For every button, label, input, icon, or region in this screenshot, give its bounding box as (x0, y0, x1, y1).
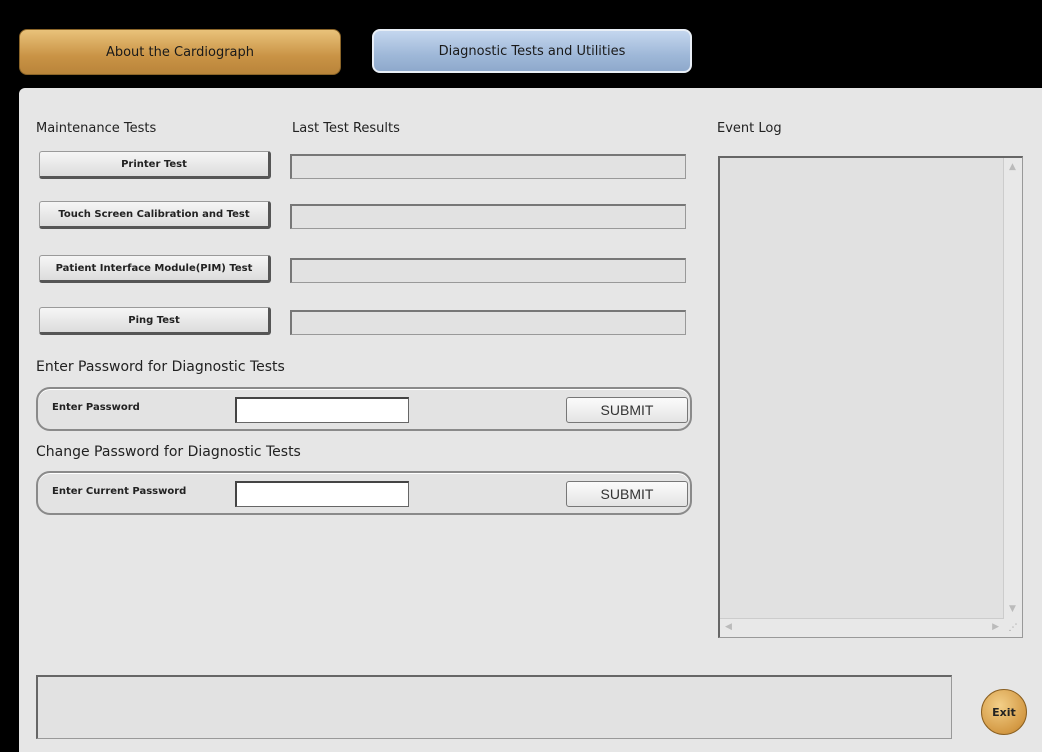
event-log-box[interactable]: ▲ ▼ ◀ ▶ ⋰ (718, 156, 1023, 638)
enter-password-submit-button[interactable]: SUBMIT (566, 397, 688, 423)
enter-password-title: Enter Password for Diagnostic Tests (36, 359, 285, 375)
scroll-right-arrow-icon[interactable]: ▶ (992, 623, 999, 632)
exit-button[interactable]: Exit (981, 689, 1027, 735)
scroll-up-arrow-icon[interactable]: ▲ (1009, 163, 1016, 172)
touch-screen-test-button[interactable]: Touch Screen Calibration and Test (39, 201, 271, 229)
ping-test-button[interactable]: Ping Test (39, 307, 271, 335)
ping-test-result (290, 310, 686, 335)
tab-diagnostic-tests[interactable]: Diagnostic Tests and Utilities (372, 29, 692, 73)
change-password-group: Enter Current Password SUBMIT (36, 471, 692, 515)
printer-test-button[interactable]: Printer Test (39, 151, 271, 179)
tab-diagnostic-label: Diagnostic Tests and Utilities (438, 43, 626, 59)
resize-grip-icon[interactable]: ⋰ (1004, 619, 1022, 637)
diagnostic-panel: Maintenance Tests Last Test Results Even… (19, 88, 1042, 752)
scroll-left-arrow-icon[interactable]: ◀ (725, 623, 732, 632)
password-input[interactable] (235, 397, 409, 423)
current-password-input[interactable] (235, 481, 409, 507)
enter-password-group: Enter Password SUBMIT (36, 387, 692, 431)
event-log-horizontal-scrollbar[interactable]: ◀ ▶ (720, 618, 1004, 637)
enter-password-label: Enter Password (52, 402, 140, 413)
event-log-vertical-scrollbar[interactable]: ▲ ▼ (1003, 158, 1022, 619)
event-log-heading: Event Log (717, 121, 782, 136)
tab-about-label: About the Cardiograph (105, 44, 255, 60)
pim-test-result (290, 258, 686, 283)
last-test-results-heading: Last Test Results (292, 121, 400, 136)
maintenance-tests-heading: Maintenance Tests (36, 121, 157, 136)
scroll-down-arrow-icon[interactable]: ▼ (1009, 605, 1016, 614)
touch-screen-test-result (290, 204, 686, 229)
printer-test-result (290, 154, 686, 179)
change-password-submit-button[interactable]: SUBMIT (566, 481, 688, 507)
pim-test-button[interactable]: Patient Interface Module(PIM) Test (39, 255, 271, 283)
tab-about-cardiograph[interactable]: About the Cardiograph (19, 29, 341, 75)
current-password-label: Enter Current Password (52, 486, 187, 497)
status-message-bar (36, 675, 952, 739)
change-password-title: Change Password for Diagnostic Tests (36, 444, 301, 460)
